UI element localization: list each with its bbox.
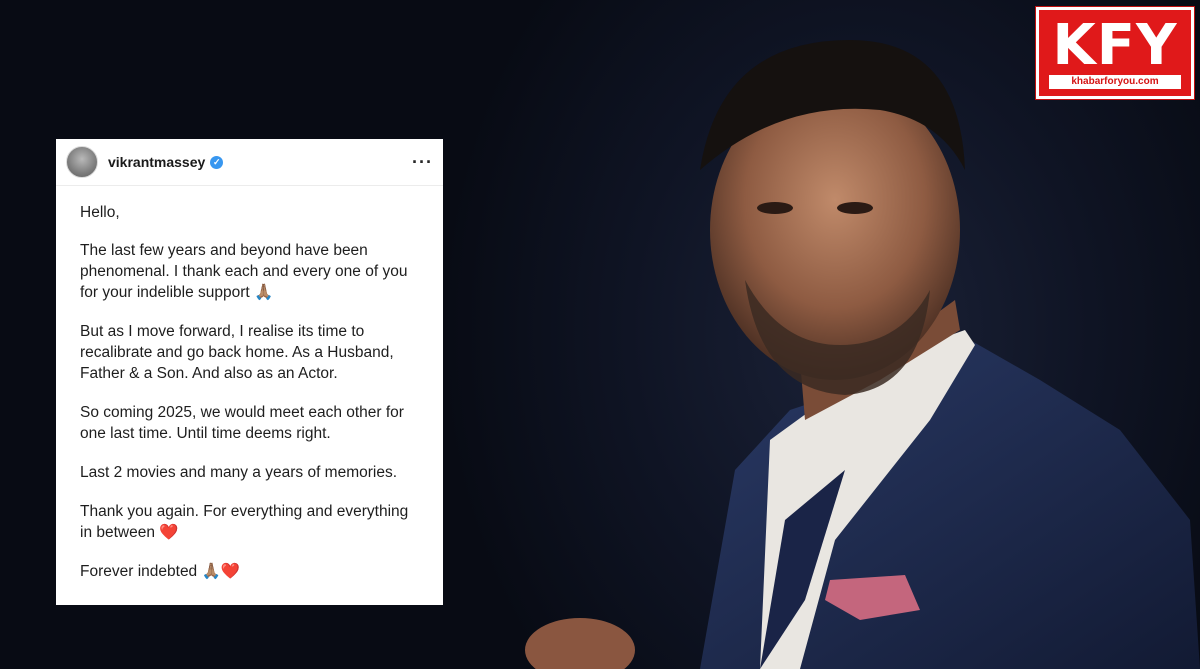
caption-paragraph: Thank you again. For everything and ever… — [80, 503, 409, 541]
username[interactable]: vikrantmassey — [108, 154, 205, 170]
kfy-logo: KFY khabarforyou.com — [1035, 6, 1195, 100]
logo-url: khabarforyou.com — [1049, 75, 1181, 89]
caption-paragraph: Last 2 movies and many a years of memori… — [80, 464, 398, 481]
caption-paragraph: So coming 2025, we would meet each other… — [80, 404, 404, 442]
caption-paragraph: But as I move forward, I realise its tim… — [80, 323, 394, 382]
caption-paragraph: Forever indebted 🙏🏽❤️ — [80, 563, 241, 580]
avatar[interactable] — [66, 146, 98, 178]
post-header: vikrantmassey ✓ ··· — [56, 139, 443, 186]
post-caption: Hello, The last few years and beyond hav… — [56, 186, 443, 582]
verified-badge-icon: ✓ — [210, 155, 224, 169]
caption-paragraph: Hello, — [80, 204, 120, 221]
caption-paragraph: The last few years and beyond have been … — [80, 242, 408, 301]
more-options-icon[interactable]: ··· — [412, 153, 433, 171]
instagram-post-card: vikrantmassey ✓ ··· Hello, The last few … — [56, 139, 443, 605]
logo-text: KFY — [1052, 13, 1178, 78]
